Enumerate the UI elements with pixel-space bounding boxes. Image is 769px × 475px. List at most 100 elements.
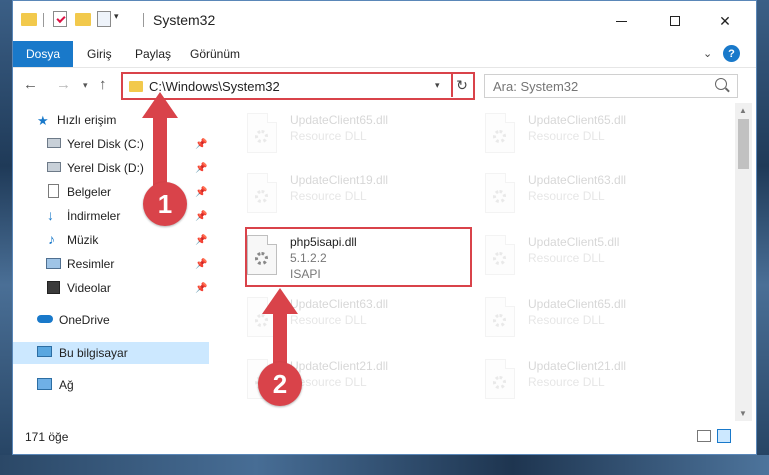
dll-file-icon	[485, 235, 515, 275]
customize-quick-access-icon[interactable]	[97, 11, 111, 27]
file-item[interactable]: UpdateClient5.dll Resource DLL	[465, 227, 665, 287]
callout-arrow-up-icon	[142, 92, 178, 192]
music-icon: ♪	[48, 231, 55, 247]
ribbon: Dosya Giriş Paylaş Görünüm ⌄ ?	[13, 41, 756, 67]
pin-icon[interactable]: 📌	[195, 259, 207, 270]
sidebar-item-label: Resimler	[67, 257, 115, 271]
file-name: UpdateClient63.dll	[528, 173, 627, 187]
sidebar-item-label: Yerel Disk (D:)	[67, 161, 144, 175]
recent-locations-icon[interactable]: ▾	[83, 80, 88, 91]
pin-icon[interactable]: 📌	[195, 163, 207, 174]
gear-icon	[493, 376, 506, 389]
back-arrow-icon[interactable]: ←	[23, 76, 38, 93]
file-item[interactable]: UpdateClient21.dll Resource DLL	[227, 351, 427, 411]
tab-file[interactable]: Dosya	[13, 41, 73, 67]
gear-icon	[493, 314, 506, 327]
chevron-down-icon[interactable]: ▾	[114, 11, 119, 22]
pin-icon[interactable]: 📌	[195, 211, 207, 222]
file-name: UpdateClient63.dll	[290, 297, 389, 311]
drive-icon	[47, 162, 61, 172]
desktop-background-left	[0, 0, 12, 475]
sidebar-item-videos[interactable]: Videolar 📌	[13, 277, 209, 299]
sidebar-item-label: Ağ	[59, 378, 74, 392]
refresh-icon[interactable]: ↻	[451, 74, 471, 97]
vertical-scrollbar[interactable]: ▲ ▼	[735, 103, 752, 421]
gear-icon	[493, 130, 506, 143]
dll-file-icon	[485, 359, 515, 399]
dll-file-icon	[485, 297, 515, 337]
file-name: UpdateClient21.dll	[528, 359, 627, 373]
sidebar-item-label: Videolar	[67, 281, 111, 295]
pin-icon[interactable]: 📌	[195, 283, 207, 294]
gear-icon	[255, 190, 268, 203]
large-icons-view-icon[interactable]	[717, 429, 731, 443]
network-icon	[37, 378, 52, 390]
window-title: System32	[153, 12, 216, 28]
properties-check-icon[interactable]	[53, 11, 67, 27]
search-input[interactable]	[485, 75, 705, 97]
download-icon: ↓	[47, 207, 54, 223]
file-item[interactable]: UpdateClient21.dll Resource DLL	[465, 351, 665, 411]
sidebar-item-label: Bu bilgisayar	[59, 346, 128, 360]
sidebar-item-onedrive[interactable]: OneDrive	[13, 309, 209, 331]
close-button[interactable]: ✕	[703, 7, 747, 35]
pictures-icon	[46, 258, 61, 269]
file-name: UpdateClient19.dll	[290, 173, 389, 187]
document-icon	[48, 184, 59, 198]
new-folder-icon[interactable]	[75, 13, 91, 26]
folder-icon	[129, 81, 143, 92]
forward-arrow-icon[interactable]: →	[56, 76, 71, 93]
file-type: Resource DLL	[528, 189, 605, 203]
file-item[interactable]: UpdateClient63.dll Resource DLL	[465, 165, 665, 225]
sidebar-item-pictures[interactable]: Resimler 📌	[13, 253, 209, 275]
status-bar: 171 öğe	[13, 421, 756, 453]
highlight-box	[245, 227, 472, 287]
pin-icon[interactable]: 📌	[195, 139, 207, 150]
file-item[interactable]: UpdateClient65.dll Resource DLL	[227, 105, 427, 165]
file-type: Resource DLL	[528, 313, 605, 327]
sidebar-item-label: Yerel Disk (C:)	[67, 137, 144, 151]
cloud-icon	[37, 315, 53, 323]
sidebar-item-label: İndirmeler	[67, 209, 121, 223]
search-box[interactable]	[484, 74, 738, 98]
sidebar-item-this-pc[interactable]: Bu bilgisayar	[13, 342, 209, 364]
explorer-window: ▾ System32 ✕ Dosya Giriş Paylaş Görünüm …	[12, 0, 757, 455]
minimize-button[interactable]	[599, 7, 643, 35]
file-item[interactable]: UpdateClient65.dll Resource DLL	[465, 105, 665, 165]
tab-home[interactable]: Giriş	[73, 41, 126, 67]
dll-file-icon	[485, 173, 515, 213]
sidebar-item-label: Belgeler	[67, 185, 112, 199]
pin-icon[interactable]: 📌	[195, 235, 207, 246]
dll-file-icon	[247, 113, 277, 153]
file-item[interactable]: UpdateClient65.dll Resource DLL	[465, 289, 665, 349]
sidebar-item-label: OneDrive	[59, 313, 110, 327]
navigation-bar: ← → ▾ ↑ C:\Windows\System32 ▾ ↻	[13, 67, 756, 103]
file-name: UpdateClient5.dll	[528, 235, 620, 249]
file-item[interactable]: UpdateClient19.dll Resource DLL	[227, 165, 427, 225]
scroll-down-icon[interactable]: ▼	[739, 409, 747, 418]
chevron-down-icon[interactable]: ▾	[435, 80, 440, 91]
pin-icon[interactable]: 📌	[195, 187, 207, 198]
gear-icon	[493, 252, 506, 265]
file-type: Resource DLL	[528, 375, 605, 389]
item-count: 171 öğe	[25, 430, 69, 444]
up-arrow-icon[interactable]: ↑	[99, 76, 107, 93]
divider	[143, 13, 144, 27]
file-type: Resource DLL	[290, 189, 367, 203]
details-view-icon[interactable]	[697, 430, 711, 442]
sidebar-item-music[interactable]: ♪ Müzik 📌	[13, 229, 209, 251]
dll-file-icon	[247, 173, 277, 213]
expand-ribbon-icon[interactable]: ⌄	[703, 47, 712, 60]
help-icon[interactable]: ?	[723, 45, 740, 62]
file-item[interactable]: UpdateClient63.dll Resource DLL	[227, 289, 427, 349]
tab-view[interactable]: Görünüm	[176, 41, 254, 67]
sidebar-item-network[interactable]: Ağ	[13, 374, 209, 396]
gear-icon	[255, 130, 268, 143]
file-name: UpdateClient65.dll	[528, 113, 627, 127]
search-icon[interactable]	[715, 78, 727, 90]
close-icon: ✕	[719, 12, 731, 29]
maximize-button[interactable]	[653, 7, 697, 35]
dll-file-icon	[485, 113, 515, 153]
scroll-up-icon[interactable]: ▲	[739, 106, 747, 115]
scrollbar-thumb[interactable]	[738, 119, 749, 169]
